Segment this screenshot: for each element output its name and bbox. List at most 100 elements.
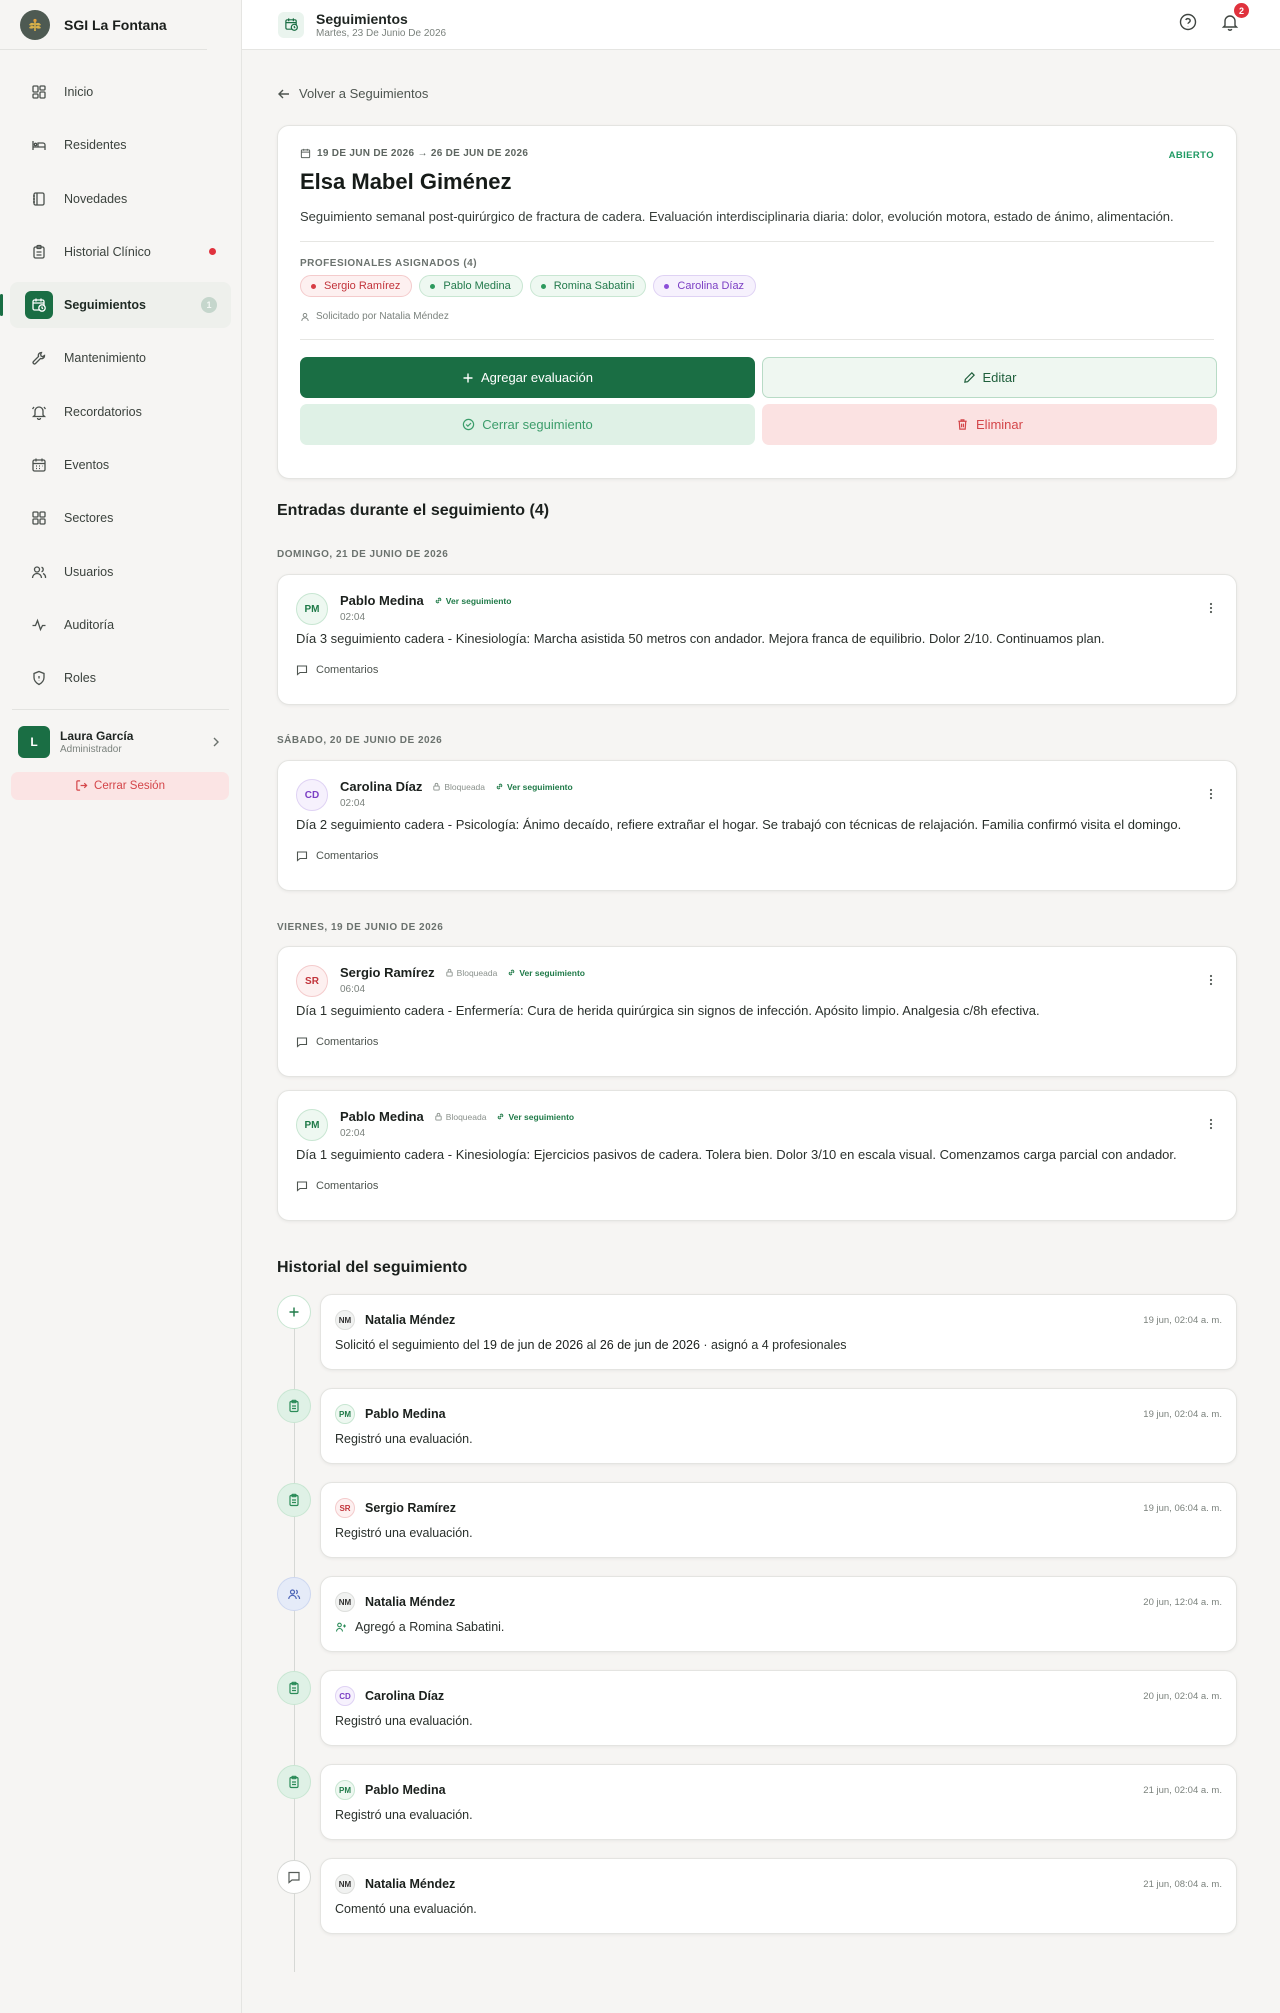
day-heading: VIERNES, 19 DE JUNIO DE 2026: [277, 922, 444, 933]
user-menu[interactable]: L Laura García Administrador: [0, 710, 241, 766]
comments-button[interactable]: Comentarios: [296, 1036, 1218, 1048]
locked-tag: Bloqueada: [445, 967, 498, 978]
followup-summary-card: 19 DE JUN DE 2026 → 26 DE JUN DE 2026 AB…: [277, 125, 1237, 479]
sidebar-item-eventos[interactable]: Eventos: [0, 442, 241, 488]
date-range: 19 DE JUN DE 2026 → 26 DE JUN DE 2026: [300, 148, 1214, 159]
sidebar-nav: Inicio Residentes Novedades Historial Cl…: [0, 69, 241, 701]
history-text: Registró una evaluación.: [335, 1526, 473, 1540]
sidebar-item-residentes[interactable]: Residentes: [0, 122, 241, 168]
user-role: Administrador: [60, 743, 122, 755]
entry-text: Día 1 seguimiento cadera - Enfermería: C…: [296, 1003, 1040, 1018]
active-indicator: [0, 294, 3, 317]
bed-icon: [30, 136, 48, 154]
actor-name: Natalia Méndez: [365, 1877, 456, 1891]
history-text: Registró una evaluación.: [335, 1432, 473, 1446]
chip-label: Sergio Ramírez: [324, 280, 401, 292]
clipboard-icon: [277, 1671, 311, 1705]
sidebar-item-seguimientos[interactable]: Seguimientos 1: [0, 282, 231, 329]
sidebar-item-label: Mantenimiento: [64, 351, 146, 366]
sidebar-item-label: Residentes: [64, 138, 127, 153]
check-circle-icon: [462, 418, 482, 431]
trash-icon: [956, 418, 976, 431]
actor-name: Pablo Medina: [365, 1783, 446, 1797]
activity-icon: [30, 616, 48, 634]
entry-time: 02:04: [340, 798, 366, 809]
dot-icon: [664, 283, 670, 289]
more-vertical-icon[interactable]: [1204, 601, 1218, 615]
history-text: Registró una evaluación.: [335, 1714, 473, 1728]
alert-dot: [209, 248, 216, 256]
sidebar-item-auditoria[interactable]: Auditoría: [0, 602, 241, 648]
history-text: Comentó una evaluación.: [335, 1902, 477, 1916]
entry-card: CD Carolina Díaz Bloqueada Ver seguimien…: [277, 760, 1237, 891]
add-evaluation-button[interactable]: Agregar evaluación: [300, 357, 755, 398]
comment-icon: [296, 850, 316, 862]
sidebar-item-label: Seguimientos: [64, 298, 146, 313]
comments-button[interactable]: Comentarios: [296, 1180, 1218, 1192]
professionals-list: Sergio Ramírez Pablo Medina Romina Sabat…: [300, 275, 1214, 297]
back-link[interactable]: Volver a Seguimientos: [277, 86, 428, 101]
history-item: CD Carolina Díaz 20 jun, 02:04 a. m. Reg…: [320, 1670, 1237, 1746]
brand[interactable]: SGI La Fontana: [0, 0, 207, 50]
lock-label: Bloqueada: [456, 967, 498, 978]
view-followup-link[interactable]: Ver seguimiento: [496, 1112, 574, 1122]
professional-chip[interactable]: Romina Sabatini: [529, 275, 647, 297]
view-followup-link[interactable]: Ver seguimiento: [434, 596, 511, 606]
logo-icon: [20, 9, 50, 40]
notification-badge: 2: [1234, 3, 1249, 18]
sidebar-item-novedades[interactable]: Novedades: [0, 176, 241, 222]
entry-time: 06:04: [340, 984, 366, 995]
sidebar-item-usuarios[interactable]: Usuarios: [0, 549, 241, 595]
sidebar-item-sectores[interactable]: Sectores: [0, 495, 241, 541]
user-plus-icon: [335, 1621, 355, 1633]
sidebar-item-roles[interactable]: Roles: [0, 655, 241, 701]
avatar: SR: [296, 965, 328, 997]
author-name: Carolina Díaz: [340, 779, 423, 794]
entry-text: Día 1 seguimiento cadera - Kinesiología:…: [296, 1147, 1177, 1162]
comment-icon: [296, 1036, 316, 1048]
more-vertical-icon[interactable]: [1204, 973, 1218, 987]
comments-button[interactable]: Comentarios: [296, 850, 1218, 862]
logout-icon: [75, 779, 94, 792]
sidebar-item-inicio[interactable]: Inicio: [0, 69, 241, 115]
history-time: 20 jun, 12:04 a. m.: [1143, 1596, 1222, 1608]
user-icon: [300, 312, 316, 322]
more-vertical-icon[interactable]: [1204, 1117, 1218, 1131]
help-icon[interactable]: [1178, 12, 1198, 32]
plus-icon: [462, 372, 481, 384]
link-label: Ver seguimiento: [508, 1111, 575, 1122]
entry-time: 02:04: [340, 1128, 366, 1139]
view-followup-link[interactable]: Ver seguimiento: [507, 968, 585, 978]
assigned-title: PROFESIONALES ASIGNADOS (4): [300, 258, 478, 269]
day-heading: DOMINGO, 21 DE JUNIO DE 2026: [277, 549, 449, 560]
more-vertical-icon[interactable]: [1204, 787, 1218, 801]
arrow-left-icon: [277, 87, 299, 101]
avatar: PM: [335, 1780, 355, 1800]
professional-chip[interactable]: Pablo Medina: [419, 275, 523, 297]
logout-button[interactable]: Cerrar Sesión: [11, 771, 229, 800]
calendar-clock-icon: [25, 291, 53, 320]
brand-name: SGI La Fontana: [64, 16, 167, 33]
delete-button[interactable]: Eliminar: [762, 404, 1217, 445]
history-text-part: Agregó a Romina Sabatini.: [355, 1620, 505, 1634]
professional-chip[interactable]: Carolina Díaz: [653, 275, 757, 297]
history-text-part: · asignó a 4 profesionales: [703, 1338, 847, 1352]
sidebar-item-mantenimiento[interactable]: Mantenimiento: [0, 335, 241, 381]
lock-icon: [432, 782, 444, 791]
sidebar-item-historial-clinico[interactable]: Historial Clínico: [0, 229, 241, 275]
shield-icon: [30, 669, 48, 687]
close-followup-button[interactable]: Cerrar seguimiento: [300, 404, 755, 445]
professional-chip[interactable]: Sergio Ramírez: [300, 275, 413, 297]
history-text: Solicitó el seguimiento del 19 de jun de…: [335, 1338, 1222, 1352]
sidebar-item-label: Eventos: [64, 458, 110, 473]
comments-button[interactable]: Comentarios: [296, 664, 1218, 676]
notifications-button[interactable]: 2: [1220, 3, 1249, 32]
avatar: CD: [335, 1686, 355, 1706]
view-followup-link[interactable]: Ver seguimiento: [495, 782, 573, 792]
actor-name: Sergio Ramírez: [365, 1501, 457, 1515]
sidebar-item-recordatorios[interactable]: Recordatorios: [0, 389, 241, 435]
button-label: Agregar evaluación: [480, 370, 594, 385]
requested-by-text: Solicitado por Natalia Méndez: [316, 311, 449, 322]
avatar: CD: [296, 779, 328, 811]
edit-button[interactable]: Editar: [762, 357, 1217, 398]
